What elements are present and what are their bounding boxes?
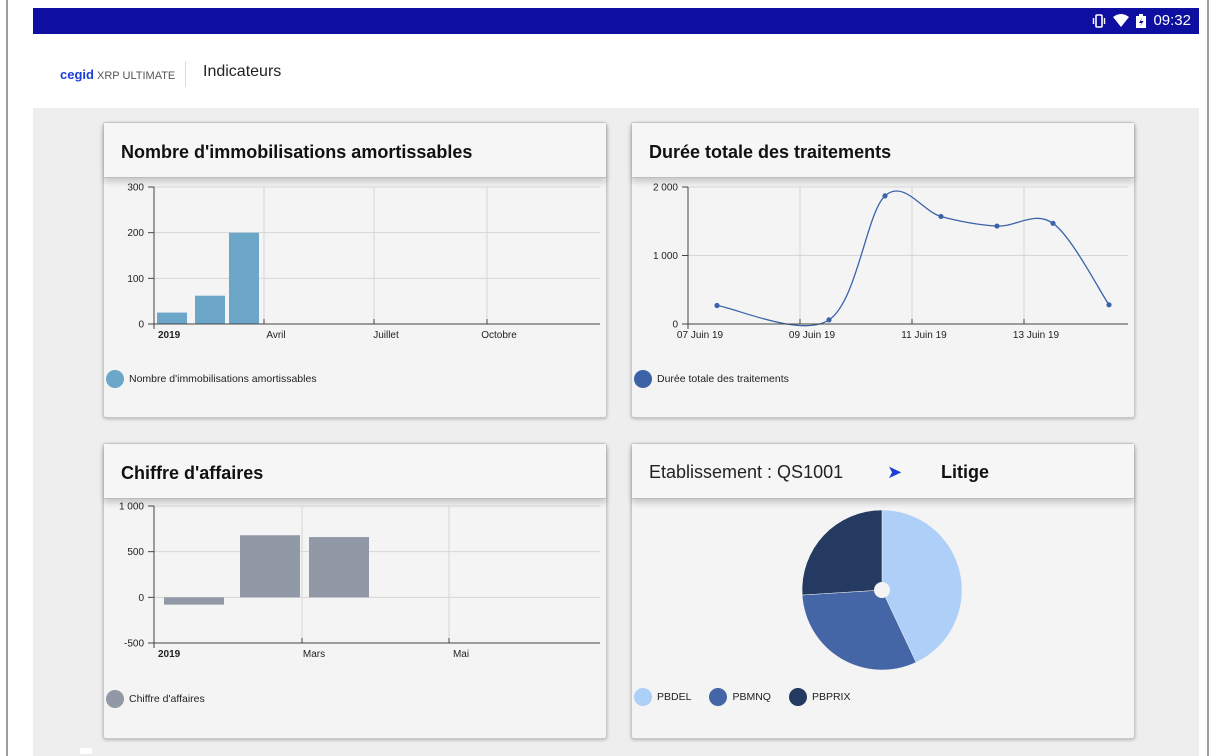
- right-frame: [1207, 0, 1215, 756]
- x-tick-label: 11 Juin 19: [901, 330, 947, 341]
- card-title: Chiffre d'affaires: [121, 463, 264, 483]
- brand-logo[interactable]: cegid XRP ULTIMATE: [60, 67, 175, 82]
- app-bar: cegid XRP ULTIMATE Indicateurs: [33, 34, 1199, 108]
- card-header: Durée totale des traitements: [632, 123, 1134, 178]
- product-name: XRP ULTIMATE: [97, 70, 176, 82]
- status-time: 09:32: [1153, 12, 1191, 29]
- legend-label: Chiffre d'affaires: [129, 693, 205, 705]
- x-tick-label: Mars: [303, 649, 325, 660]
- y-tick-label: -500: [124, 639, 144, 650]
- legend-label: PBDEL: [657, 691, 692, 703]
- legend-swatch: [106, 370, 124, 388]
- data-point: [714, 302, 720, 309]
- card-header: Chiffre d'affaires: [104, 444, 606, 499]
- x-tick-label: Octobre: [481, 330, 517, 341]
- home-indicator: [80, 748, 92, 754]
- x-tick-label: 09 Juin 19: [789, 330, 836, 341]
- card-title: Nombre d'immobilisations amortissables: [121, 142, 473, 162]
- wifi-icon: [1113, 13, 1130, 28]
- vibrate-icon: [1092, 13, 1106, 28]
- bar: [240, 535, 300, 598]
- card-immobilisations[interactable]: Nombre d'immobilisations amortissables 3…: [103, 122, 607, 418]
- y-tick-label: 0: [138, 320, 144, 331]
- card-title: Durée totale des traitements: [649, 142, 892, 162]
- card-header: Nombre d'immobilisations amortissables: [104, 123, 606, 178]
- legend-swatch: [106, 690, 124, 708]
- dashboard: Nombre d'immobilisations amortissables 3…: [33, 108, 1199, 756]
- card-title: Litige: [941, 462, 989, 482]
- x-tick-label: Juillet: [373, 330, 399, 341]
- legend-swatch: [709, 688, 728, 706]
- app-bar-divider: [185, 61, 186, 87]
- battery-icon: [1136, 13, 1147, 28]
- brand-name: cegid: [60, 67, 94, 82]
- arrow-right-icon[interactable]: ➤: [887, 462, 902, 483]
- y-tick-label: 0: [138, 593, 144, 604]
- chart-legend[interactable]: PBDEL PBMNQ PBPRIX: [634, 688, 868, 706]
- legend-swatch: [634, 688, 652, 706]
- legend-item[interactable]: PBMNQ: [709, 688, 771, 706]
- y-tick-label: 1 000: [119, 502, 144, 513]
- chart-legend[interactable]: Durée totale des traitements: [634, 370, 789, 388]
- chart-legend[interactable]: Nombre d'immobilisations amortissables: [106, 370, 317, 388]
- status-icons: 09:32: [1092, 12, 1191, 29]
- legend-label: Durée totale des traitements: [657, 373, 789, 385]
- y-tick-label: 100: [127, 274, 144, 285]
- bar: [157, 312, 187, 324]
- legend-label: Nombre d'immobilisations amortissables: [129, 373, 317, 385]
- legend-label: PBMNQ: [732, 691, 771, 703]
- bar: [195, 295, 225, 324]
- y-tick-label: 300: [127, 183, 144, 194]
- y-tick-label: 0: [672, 320, 678, 331]
- page-title: Indicateurs: [203, 63, 282, 80]
- bar-chart-chiffre-affaires: 1 000 500 0 -500 2019 Mars Mai: [119, 502, 600, 660]
- series-line: [716, 190, 1110, 327]
- data-point: [882, 193, 888, 199]
- data-point: [938, 213, 944, 220]
- x-tick-label: Mai: [453, 649, 469, 660]
- line-chart-duree: 2 000 1 000 007 Juin 19 09 Juin 19 11 Juin 1…: [653, 183, 1128, 341]
- status-bar: 09:32: [33, 8, 1199, 34]
- legend-item[interactable]: PBDEL: [634, 688, 691, 706]
- data-point: [994, 223, 1000, 229]
- legend-swatch: [634, 370, 652, 388]
- card-litige[interactable]: Etablissement : QS1001 ➤ Litige PBDEL PBM…: [631, 443, 1135, 739]
- y-tick-label: 1 000: [653, 251, 678, 262]
- legend-label: PBPRIX: [811, 691, 851, 703]
- x-tick-label: 2019: [158, 330, 181, 341]
- bar: [164, 597, 224, 605]
- data-point: [826, 317, 832, 323]
- y-tick-label: 2 000: [653, 183, 678, 194]
- y-tick-label: 500: [127, 547, 144, 558]
- legend-item[interactable]: PBPRIX: [788, 688, 851, 706]
- data-point: [1106, 302, 1112, 308]
- data-point: [1050, 220, 1056, 226]
- pie-center-hole: [874, 582, 890, 598]
- bar: [229, 232, 259, 324]
- x-tick-label: Avril: [266, 330, 285, 341]
- chart-legend[interactable]: Chiffre d'affaires: [106, 690, 205, 708]
- legend-swatch: [788, 688, 807, 706]
- bar: [309, 537, 369, 598]
- pie-slice: [801, 509, 883, 596]
- card-duree[interactable]: Durée totale des traitements 2 000 1 000 0…: [631, 122, 1135, 418]
- card-chiffre-affaires[interactable]: Chiffre d'affaires 1 000 500 0 -500 2019 Mars…: [103, 443, 607, 739]
- card-header: Etablissement : QS1001 ➤ Litige: [632, 444, 1134, 499]
- x-tick-label: 07 Juin 19: [677, 330, 724, 341]
- bar-chart-immobilisations: 300 200 100 0 2019 Avril Juillet Octobre: [127, 183, 600, 341]
- left-frame: [0, 0, 8, 756]
- pie-chart-litige: [801, 509, 963, 671]
- x-tick-label: 13 Juin 19: [1013, 330, 1060, 341]
- establishment-label: Etablissement : QS1001: [649, 462, 844, 482]
- x-tick-label: 2019: [158, 649, 181, 660]
- y-tick-label: 200: [127, 228, 144, 239]
